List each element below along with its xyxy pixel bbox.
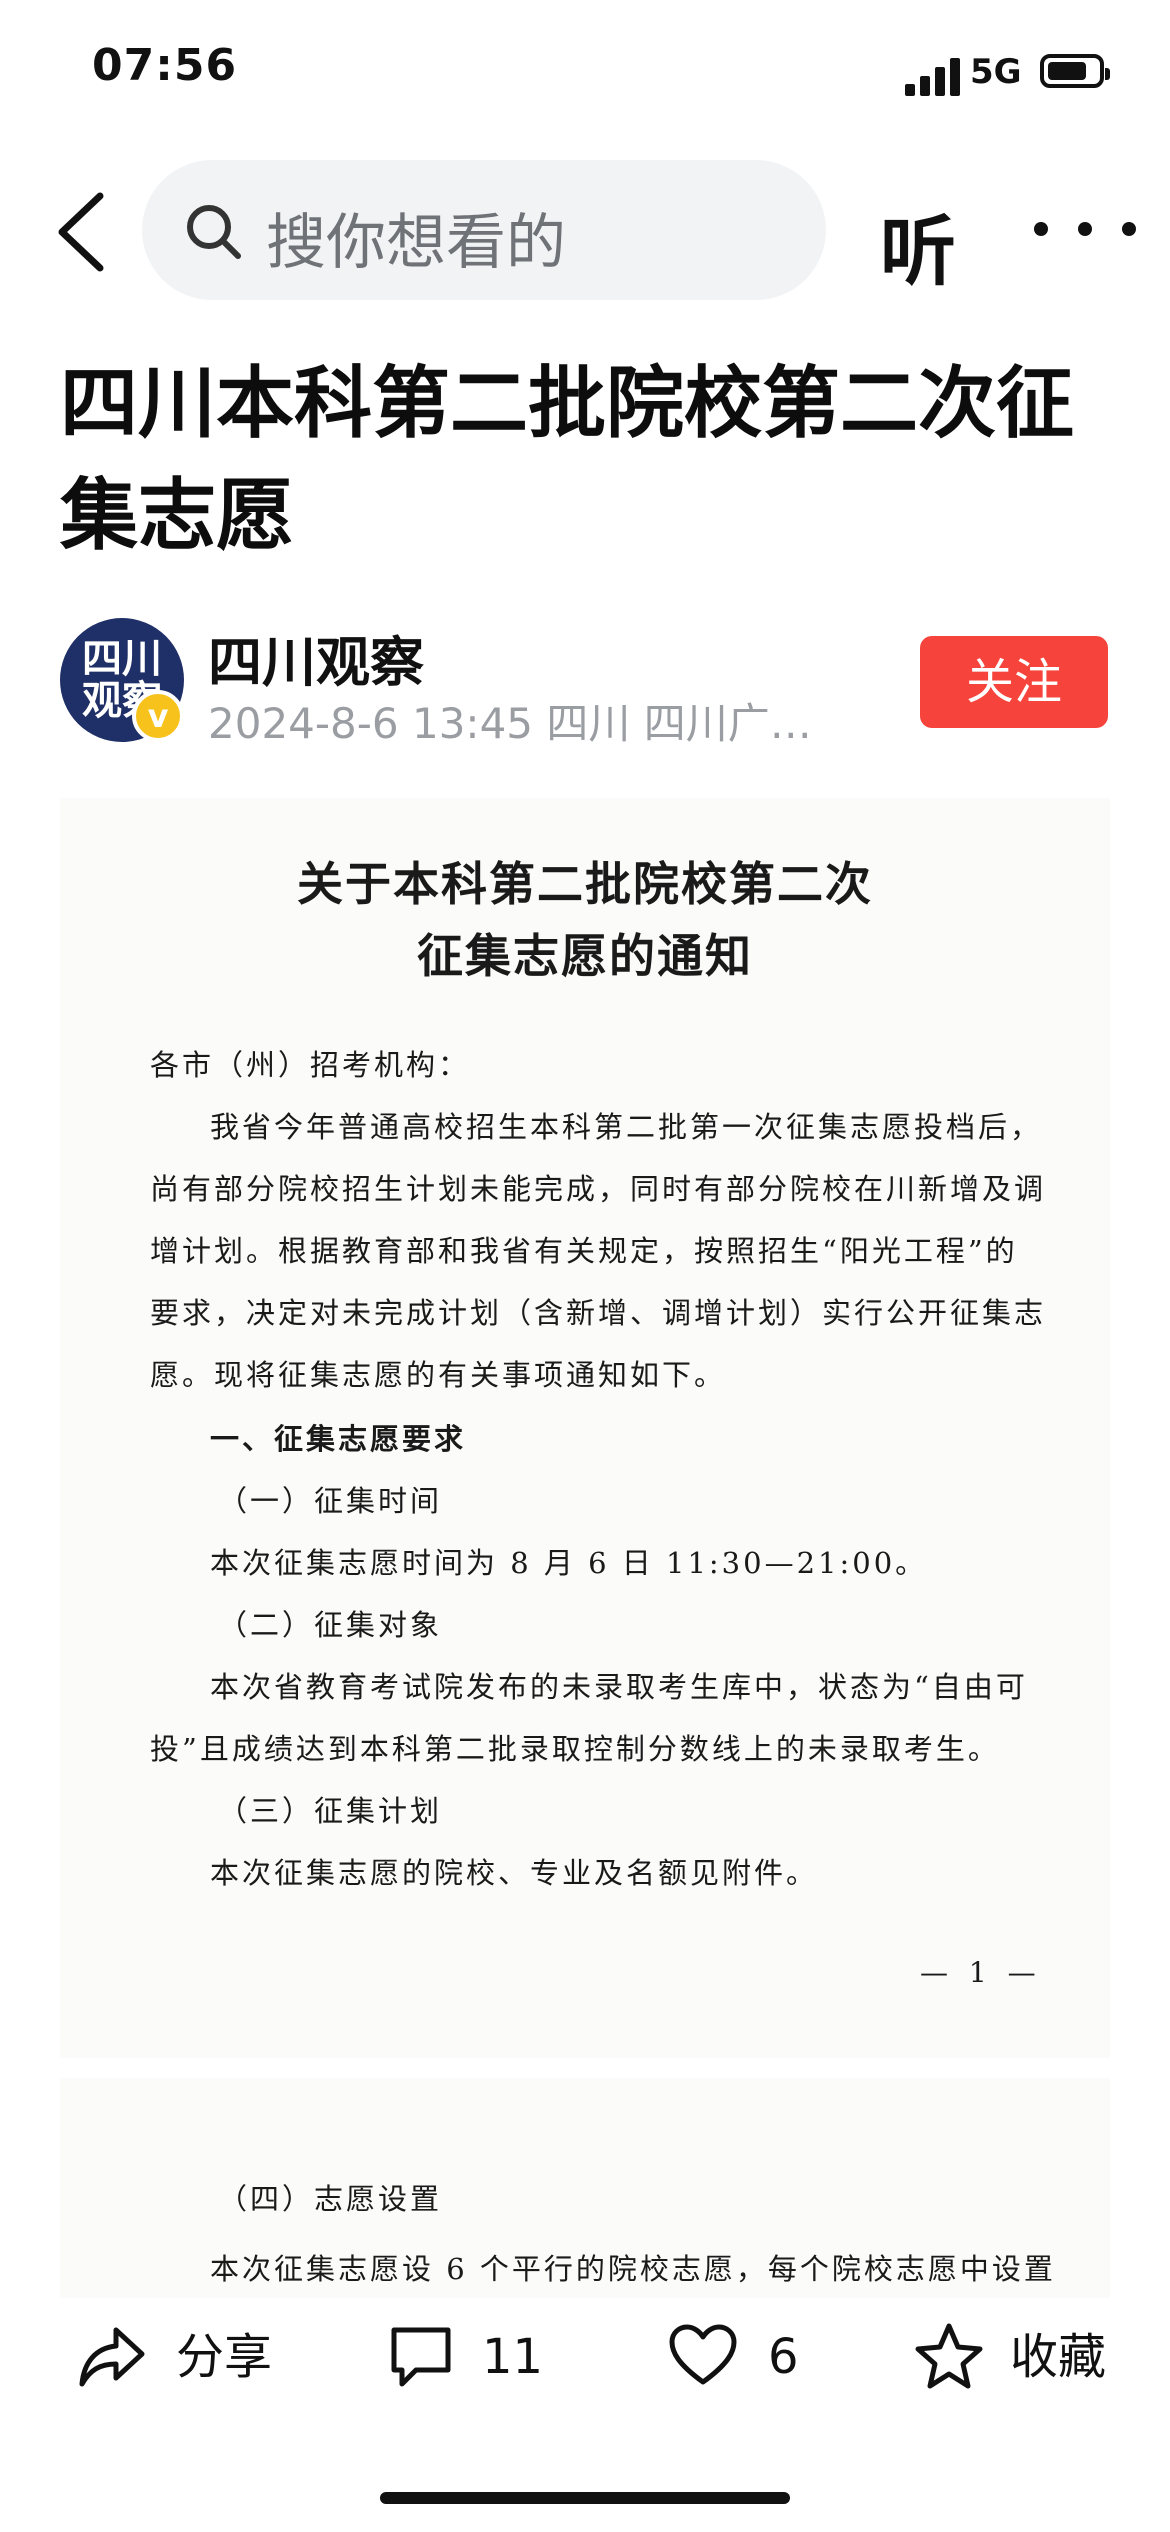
document-line: 增计划。根据教育部和我省有关规定，按照招生“阳光工程”的 <box>150 1234 1018 1268</box>
page-number: — 1 — <box>920 1956 1042 1989</box>
document-title-line-2: 征集志愿的通知 <box>417 929 753 983</box>
document-title-line-1: 关于本科第二批院校第二次 <box>297 857 873 911</box>
network-type: 5G <box>970 52 1022 92</box>
star-icon <box>915 2323 983 2389</box>
back-icon[interactable] <box>52 192 112 272</box>
like-count: 6 <box>768 2329 799 2385</box>
article-meta: 2024-8-6 13:45 四川 四川广… <box>208 699 812 748</box>
document-title: 关于本科第二批院校第二次 征集志愿的通知 <box>60 848 1110 992</box>
heart-icon <box>669 2324 737 2385</box>
share-icon <box>79 2327 145 2387</box>
share-label: 分享 <box>176 2329 273 2385</box>
battery-icon <box>1040 54 1110 88</box>
follow-button[interactable]: 关注 <box>920 636 1108 728</box>
document-line: 本次征集志愿的院校、专业及名额见附件。 <box>210 1856 819 1890</box>
search-icon <box>187 205 241 259</box>
home-indicator <box>380 2492 790 2504</box>
signal-icon <box>905 56 961 96</box>
document-image[interactable]: 关于本科第二批院校第二次 征集志愿的通知 各市（州）招考机构： 我省今年普通高校… <box>60 798 1110 2058</box>
favorite-label: 收藏 <box>1010 2329 1107 2385</box>
document-line: 本次征集志愿设 6 个平行的院校志愿，每个院校志愿中设置 <box>210 2252 1056 2286</box>
article-title: 四川本科第二批院校第二次征集志愿 <box>60 359 1075 561</box>
comment-count: 11 <box>482 2329 544 2385</box>
favorite-button[interactable]: 收藏 <box>914 2322 1114 2392</box>
like-button[interactable]: 6 <box>668 2322 818 2392</box>
document-line: 本次省教育考试院发布的未录取考生库中，状态为“自由可 <box>210 1670 1028 1704</box>
comment-button[interactable]: 11 <box>386 2322 556 2392</box>
document-subheading: （四）志愿设置 <box>218 2182 443 2216</box>
document-subheading: （二）征集对象 <box>218 1608 443 1642</box>
status-time: 07:56 <box>92 40 238 91</box>
document-subheading: （一）征集时间 <box>218 1484 443 1518</box>
document-line: 本次征集志愿时间为 8 月 6 日 11:30—21:00。 <box>210 1546 928 1580</box>
search-placeholder: 搜你想看的 <box>266 208 566 278</box>
document-image-page-2[interactable]: （四）志愿设置 本次征集志愿设 6 个平行的院校志愿，每个院校志愿中设置 <box>60 2078 1110 2298</box>
author-name[interactable]: 四川观察 <box>208 618 424 697</box>
share-button[interactable]: 分享 <box>76 2322 296 2392</box>
document-line: 投”且成绩达到本科第二批录取控制分数线上的未录取考生。 <box>150 1732 1000 1766</box>
document-line: 愿。现将征集志愿的有关事项通知如下。 <box>150 1358 727 1392</box>
search-bar[interactable]: 搜你想看的 <box>142 160 826 300</box>
listen-button[interactable]: 听 <box>880 190 956 300</box>
comment-icon <box>391 2327 451 2387</box>
more-icon[interactable] <box>1034 222 1146 238</box>
document-heading: 一、征集志愿要求 <box>210 1422 467 1456</box>
document-line: 我省今年普通高校招生本科第二批第一次征集志愿投档后， <box>210 1110 1043 1144</box>
document-line: 要求，决定对未完成计划（含新增、调增计划）实行公开征集志 <box>150 1296 1047 1330</box>
verified-badge-icon: v <box>132 690 184 742</box>
document-line: 尚有部分院校招生计划未能完成，同时有部分院校在川新增及调 <box>150 1172 1047 1206</box>
document-line: 各市（州）招考机构： <box>150 1048 471 1082</box>
document-subheading: （三）征集计划 <box>218 1794 443 1828</box>
